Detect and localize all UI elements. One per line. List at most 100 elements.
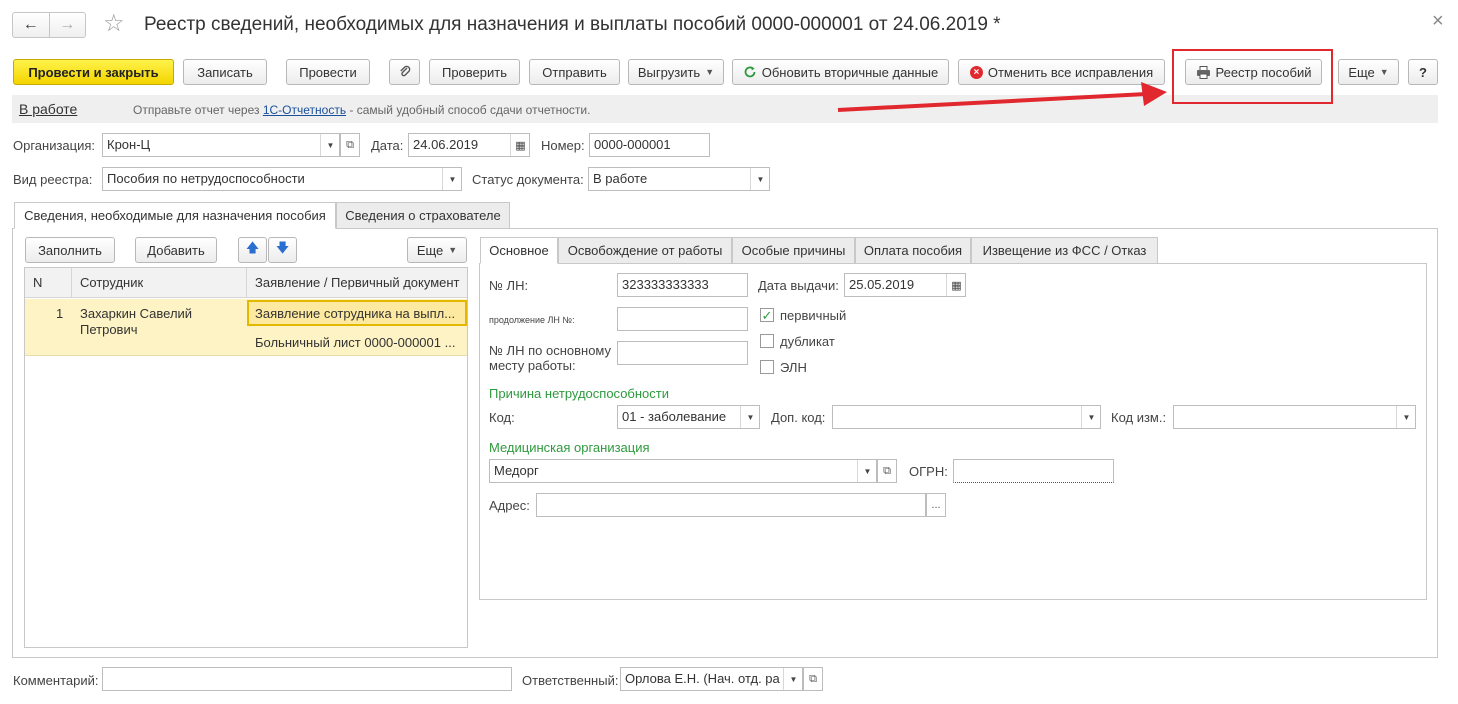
responsible-open-button[interactable]: ⧉ (803, 667, 823, 691)
ln-field[interactable]: 323333333333 (617, 273, 748, 297)
issue-date-field[interactable]: 25.05.2019 ▦ (844, 273, 966, 297)
organization-open-button[interactable]: ⧉ (340, 133, 360, 157)
tab-insurer-info[interactable]: Сведения о страхователе (336, 202, 510, 229)
favorite-star-icon[interactable]: ☆ (103, 11, 125, 37)
tab-work-release[interactable]: Освобождение от работы (558, 237, 732, 264)
annotation-arrow (837, 82, 1167, 112)
doc-status-value: В работе (593, 171, 648, 186)
cancel-circle-icon: × (969, 65, 983, 79)
main-job-ln-field[interactable] (617, 341, 748, 365)
column-divider (71, 268, 72, 298)
ogrn-field[interactable] (953, 459, 1114, 483)
paperclip-icon (399, 65, 410, 77)
number-field[interactable]: 0000-000001 (589, 133, 710, 157)
primary-checkbox[interactable]: ✓ (760, 308, 774, 322)
left-more-label: Еще (416, 242, 444, 258)
help-button[interactable]: ? (1408, 59, 1438, 85)
tab-benefit-payment[interactable]: Оплата пособия (855, 237, 971, 264)
open-icon: ⧉ (346, 138, 354, 151)
doc-status-field[interactable]: В работе ▼ (588, 167, 770, 191)
row-doc-sick-leave: Больничный лист 0000-000001 ... (255, 335, 456, 350)
tab-fss-notice[interactable]: Извещение из ФСС / Отказ (971, 237, 1158, 264)
back-button[interactable]: ← (13, 13, 50, 37)
check-button[interactable]: Проверить (429, 59, 520, 85)
chevron-down-icon[interactable]: ▼ (1081, 406, 1100, 428)
chevron-down-icon[interactable]: ▼ (857, 460, 876, 482)
post-button[interactable]: Провести (286, 59, 370, 85)
date-field[interactable]: 24.06.2019 ▦ (408, 133, 530, 157)
ln-label: № ЛН: (489, 278, 529, 293)
address-select-button[interactable]: ... (926, 493, 946, 517)
column-header-employee[interactable]: Сотрудник (80, 275, 143, 290)
status-hint-prefix: Отправьте отчет через (133, 103, 263, 117)
fill-button[interactable]: Заполнить (25, 237, 115, 263)
chevron-down-icon[interactable]: ▼ (750, 168, 769, 190)
window-title: Реестр сведений, необходимых для назначе… (144, 14, 1001, 35)
chevron-down-icon[interactable]: ▼ (320, 134, 339, 156)
register-type-label: Вид реестра: (13, 172, 93, 187)
chevron-down-icon[interactable]: ▼ (1396, 406, 1415, 428)
main-job-ln-label-1: № ЛН по основному (489, 343, 612, 358)
tab-main[interactable]: Основное (480, 237, 558, 264)
refresh-icon (744, 66, 756, 78)
chevron-down-icon: ▼ (448, 245, 458, 255)
upload-button[interactable]: Выгрузить ▼ (628, 59, 724, 85)
left-more-button[interactable]: Еще ▼ (407, 237, 467, 263)
attach-button[interactable] (389, 59, 420, 85)
column-header-n[interactable]: N (33, 275, 42, 290)
arrow-left-icon: ← (22, 16, 39, 33)
change-code-field[interactable]: ▼ (1173, 405, 1416, 429)
tab-special-reasons[interactable]: Особые причины (732, 237, 855, 264)
code-field[interactable]: 01 - заболевание ▼ (617, 405, 760, 429)
post-and-close-button[interactable]: Провести и закрыть (13, 59, 174, 85)
calendar-icon[interactable]: ▦ (510, 134, 529, 156)
organization-value: Крон-Ц (107, 137, 151, 152)
row-doc-application: Заявление сотрудника на выпл... (255, 306, 456, 321)
continuation-field[interactable] (617, 307, 748, 331)
register-type-field[interactable]: Пособия по нетрудоспособности ▼ (102, 167, 462, 191)
send-button[interactable]: Отправить (529, 59, 620, 85)
column-divider (246, 268, 247, 298)
chevron-down-icon: ▼ (705, 67, 715, 77)
chevron-down-icon[interactable]: ▼ (442, 168, 461, 190)
code-value: 01 - заболевание (622, 409, 727, 424)
responsible-value: Орлова Е.Н. (Нач. отд. ра (625, 671, 780, 686)
status-link[interactable]: В работе (19, 101, 77, 117)
row-employee-line1: Захаркин Савелий (80, 306, 193, 321)
highlight-box (1172, 49, 1333, 104)
refresh-secondary-label: Обновить вторичные данные (761, 64, 939, 80)
doc-status-label: Статус документа: (472, 172, 584, 187)
calendar-icon[interactable]: ▦ (946, 274, 965, 296)
open-icon: ⧉ (883, 464, 891, 477)
row-number: 1 (56, 306, 64, 321)
comment-field[interactable] (102, 667, 512, 691)
chevron-down-icon[interactable]: ▼ (740, 406, 759, 428)
close-icon[interactable]: × (1432, 10, 1444, 33)
eln-checkbox[interactable] (760, 360, 774, 374)
save-button[interactable]: Записать (183, 59, 267, 85)
more-button[interactable]: Еще ▼ (1338, 59, 1399, 85)
reporting-link[interactable]: 1С-Отчетность (263, 103, 346, 117)
address-field[interactable] (536, 493, 926, 517)
forward-button[interactable]: → (50, 13, 86, 37)
extra-code-field[interactable]: ▼ (832, 405, 1101, 429)
arrow-down-icon: 🡇 (275, 240, 290, 255)
move-up-button[interactable]: 🡅 (238, 237, 267, 263)
med-org-open-button[interactable]: ⧉ (877, 459, 897, 483)
main-job-ln-label-2: месту работы: (489, 358, 576, 373)
nav-group: ← → (12, 12, 86, 38)
column-header-document[interactable]: Заявление / Первичный документ (255, 275, 465, 290)
med-org-value: Медорг (494, 463, 539, 478)
med-org-field[interactable]: Медорг ▼ (489, 459, 877, 483)
tab-benefit-info[interactable]: Сведения, необходимые для назначения пос… (14, 202, 336, 229)
code-label: Код: (489, 410, 515, 425)
organization-field[interactable]: Крон-Ц ▼ (102, 133, 340, 157)
chevron-down-icon[interactable]: ▼ (783, 668, 802, 690)
responsible-field[interactable]: Орлова Е.Н. (Нач. отд. ра ▼ (620, 667, 803, 691)
duplicate-checkbox[interactable] (760, 334, 774, 348)
number-value: 0000-000001 (594, 137, 671, 152)
extra-code-label: Доп. код: (771, 410, 826, 425)
date-label: Дата: (371, 138, 404, 153)
move-down-button[interactable]: 🡇 (268, 237, 297, 263)
add-button[interactable]: Добавить (135, 237, 217, 263)
